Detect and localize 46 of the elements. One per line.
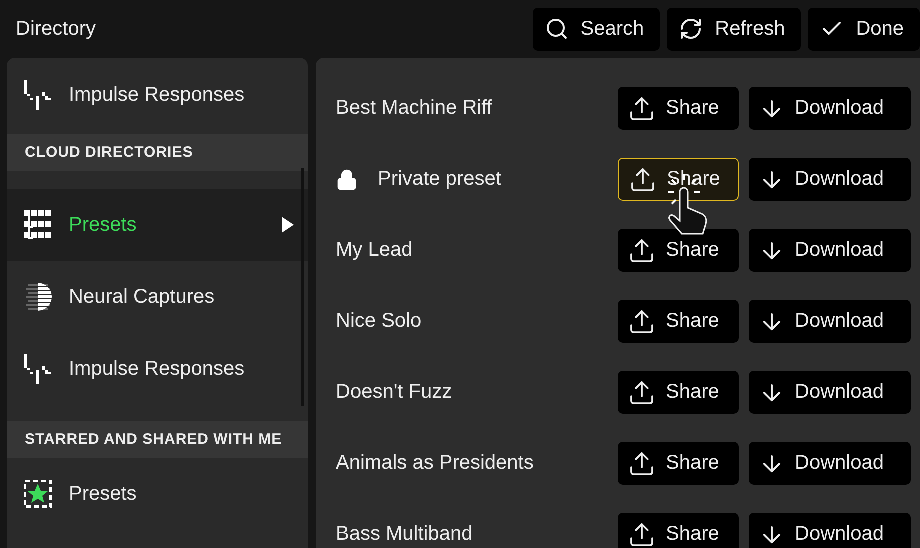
share-icon [628, 520, 656, 548]
share-icon [628, 378, 656, 406]
impulse-icon [24, 80, 52, 110]
done-button[interactable]: Done [808, 8, 920, 50]
share-icon [629, 166, 657, 194]
share-icon [628, 94, 656, 122]
sidebar-item[interactable]: Impulse Responses [7, 58, 308, 132]
search-button[interactable]: Search [532, 8, 660, 50]
sidebar-item[interactable]: Presets [7, 458, 308, 530]
share-button[interactable]: Share [618, 229, 739, 272]
preset-name: Doesn't Fuzz [336, 381, 454, 404]
striped-circle-icon [24, 283, 52, 311]
share-icon [628, 236, 656, 264]
sidebar-item[interactable]: Impulse Responses [7, 333, 308, 405]
share-icon [628, 450, 656, 478]
starred-folder-icon [24, 480, 52, 508]
preset-name: My Lead [336, 239, 414, 262]
search-icon [544, 17, 569, 41]
refresh-icon [679, 17, 704, 41]
share-button[interactable]: Share [618, 87, 739, 130]
share-icon [628, 308, 656, 336]
preset-name: Nice Solo [336, 310, 423, 333]
share-button[interactable]: Share [618, 371, 739, 414]
sidebar-item[interactable]: Neural Captures [7, 261, 308, 333]
preset-tree-icon [24, 210, 52, 240]
refresh-button[interactable]: Refresh [667, 8, 802, 50]
sidebar-item[interactable]: Presets [7, 189, 308, 261]
share-button[interactable]: Share [618, 300, 739, 343]
section-header: CLOUD DIRECTORIES [7, 134, 308, 171]
download-button[interactable]: Download [749, 371, 911, 414]
preset-name: Private preset [377, 168, 502, 191]
play-arrow-icon [282, 217, 294, 233]
preset-name: Bass Multiband [336, 523, 474, 546]
impulse-icon [24, 354, 52, 384]
download-button[interactable]: Download [749, 442, 911, 485]
download-button[interactable]: Download [749, 300, 911, 343]
window-title: Directory [16, 18, 98, 40]
download-button[interactable]: Download [749, 158, 911, 201]
download-button[interactable]: Download [749, 513, 911, 548]
share-button[interactable]: Share [618, 442, 739, 485]
preset-name: Animals as Presidents [336, 452, 535, 475]
preset-name: Best Machine Riff [336, 97, 494, 120]
download-button[interactable]: Download [749, 229, 911, 272]
section-header: STARRED AND SHARED WITH ME [7, 421, 308, 458]
share-button[interactable]: Share [618, 513, 739, 548]
download-button[interactable]: Download [749, 87, 911, 130]
